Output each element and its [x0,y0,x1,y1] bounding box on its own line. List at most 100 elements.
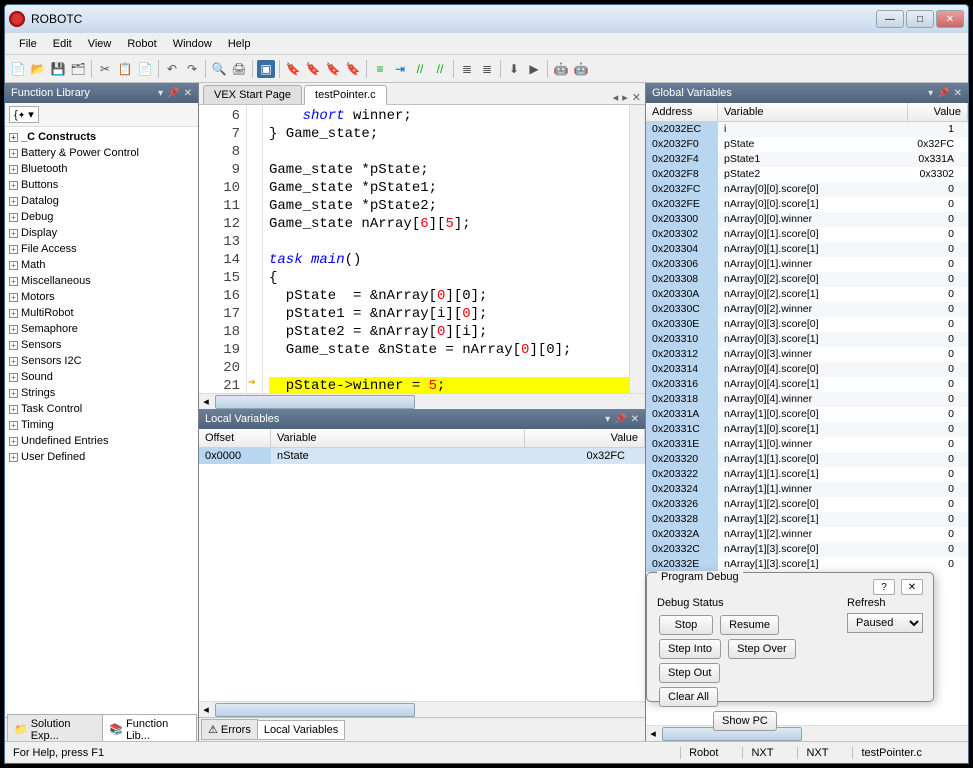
code-editor[interactable]: 6789101112131415161718192021222324252627… [199,105,645,393]
col-variable[interactable]: Variable [271,429,525,447]
expand-icon[interactable]: + [9,293,18,302]
col-value[interactable]: Value [525,429,645,447]
editor-scrollbar[interactable] [629,105,645,393]
global-row[interactable]: 0x203300nArray[0][0].winner0 [646,212,968,227]
close-icon[interactable]: ✕ [184,88,192,99]
expand-icon[interactable]: + [9,181,18,190]
col-address[interactable]: Address [646,103,718,121]
expand-icon[interactable]: + [9,373,18,382]
global-row[interactable]: 0x203306nArray[0][1].winner0 [646,257,968,272]
compile-icon[interactable]: ▣ [257,60,275,78]
print-icon[interactable]: 🖨 [230,60,248,78]
filter-dropdown[interactable]: {✦ ▾ [9,106,39,123]
expand-icon[interactable]: + [9,165,18,174]
global-row[interactable]: 0x20332EnArray[1][3].score[1]0 [646,557,968,572]
tree-item[interactable]: +Math [5,257,198,273]
paste-icon[interactable]: 📄 [136,60,154,78]
download-icon[interactable]: ⬇ [505,60,523,78]
showpc-button[interactable]: Show PC [713,711,777,731]
pin-icon[interactable]: 📌 [167,88,179,99]
tree-item[interactable]: +Buttons [5,177,198,193]
locals-hscroll[interactable]: ◂ [199,701,645,717]
expand-icon[interactable]: + [9,197,18,206]
code-line[interactable]: { [269,269,629,287]
global-row[interactable]: 0x2032F4pState10x331A [646,152,968,167]
expand-icon[interactable]: + [9,277,18,286]
expand-icon[interactable]: + [9,389,18,398]
stepinto-button[interactable]: Step Into [659,639,721,659]
align2-icon[interactable]: ≣ [478,60,496,78]
func-lib-header[interactable]: Function Library ▾ 📌 ✕ [5,83,198,103]
global-row[interactable]: 0x20332CnArray[1][3].score[0]0 [646,542,968,557]
globals-header[interactable]: Global Variables ▾ 📌 ✕ [646,83,968,103]
menu-file[interactable]: File [11,35,45,53]
expand-icon[interactable]: + [9,325,18,334]
tree-item[interactable]: +User Defined [5,449,198,465]
open-icon[interactable]: 📂 [29,60,47,78]
global-row[interactable]: 0x20330AnArray[0][2].score[1]0 [646,287,968,302]
expand-icon[interactable]: + [9,341,18,350]
tab-prev-icon[interactable]: ◂ [613,91,619,104]
bookmark-prev-icon[interactable]: 🔖 [324,60,342,78]
global-row[interactable]: 0x203326nArray[1][2].score[0]0 [646,497,968,512]
close-button[interactable]: ✕ [936,10,964,28]
global-row[interactable]: 0x203302nArray[0][1].score[0]0 [646,227,968,242]
tree-item[interactable]: +Miscellaneous [5,273,198,289]
align-icon[interactable]: ≣ [458,60,476,78]
global-row[interactable]: 0x20330CnArray[0][2].winner0 [646,302,968,317]
tree-item[interactable]: +Sensors I2C [5,353,198,369]
tree-item[interactable]: +Task Control [5,401,198,417]
code-line[interactable]: pState2 = &nArray[0][i]; [269,323,629,341]
global-row[interactable]: 0x20331AnArray[1][0].score[0]0 [646,407,968,422]
cut-icon[interactable]: ✂ [96,60,114,78]
dropdown-icon[interactable]: ▾ [605,414,610,425]
resume-button[interactable]: Resume [720,615,779,635]
tree-item[interactable]: +Timing [5,417,198,433]
expand-icon[interactable]: + [9,405,18,414]
pin-icon[interactable]: 📌 [937,88,949,99]
global-row[interactable]: 0x203312nArray[0][3].winner0 [646,347,968,362]
expand-icon[interactable]: + [9,149,18,158]
expand-icon[interactable]: + [9,213,18,222]
col-value[interactable]: Value [908,103,968,121]
tree-item[interactable]: +Display [5,225,198,241]
col-variable[interactable]: Variable [718,103,908,121]
tab-function-library[interactable]: 📚Function Lib... [102,714,197,742]
code-line[interactable]: pState->winner = 5; [269,377,629,393]
tree-item[interactable]: +MultiRobot [5,305,198,321]
code-line[interactable]: task main() [269,251,629,269]
minimize-button[interactable]: — [876,10,904,28]
format-icon[interactable]: ≡ [371,60,389,78]
new-icon[interactable]: 📄 [9,60,27,78]
global-row[interactable]: 0x20332AnArray[1][2].winner0 [646,527,968,542]
stepover-button[interactable]: Step Over [728,639,796,659]
tree-item[interactable]: +Battery & Power Control [5,145,198,161]
global-row[interactable]: 0x203310nArray[0][3].score[1]0 [646,332,968,347]
bookmark-clear-icon[interactable]: 🔖 [344,60,362,78]
pin-icon[interactable]: 📌 [614,414,626,425]
global-row[interactable]: 0x203316nArray[0][4].score[1]0 [646,377,968,392]
code-line[interactable]: Game_state *pState1; [269,179,629,197]
expand-icon[interactable]: + [9,261,18,270]
global-row[interactable]: 0x203308nArray[0][2].score[0]0 [646,272,968,287]
code-line[interactable] [269,359,629,377]
find-icon[interactable]: 🔍 [210,60,228,78]
robot2-icon[interactable]: 🤖 [572,60,590,78]
tree-item[interactable]: +Sound [5,369,198,385]
saveall-icon[interactable]: 🗂 [69,60,87,78]
tab-errors[interactable]: ⚠Errors [201,719,258,740]
expand-icon[interactable]: + [9,357,18,366]
tab-close-icon[interactable]: ✕ [632,91,641,104]
code-line[interactable]: pState1 = &nArray[i][0]; [269,305,629,323]
tree-item[interactable]: +Undefined Entries [5,433,198,449]
menu-help[interactable]: Help [220,35,259,53]
code-line[interactable]: Game_state *pState2; [269,197,629,215]
tree-item[interactable]: +Datalog [5,193,198,209]
function-tree[interactable]: +_C Constructs+Battery & Power Control+B… [5,127,198,717]
global-row[interactable]: 0x203320nArray[1][1].score[0]0 [646,452,968,467]
expand-icon[interactable]: + [9,437,18,446]
help-icon[interactable]: ? [873,579,895,595]
indent-icon[interactable]: ⇥ [391,60,409,78]
expand-icon[interactable]: + [9,245,18,254]
tab-local-vars[interactable]: Local Variables [257,720,345,740]
